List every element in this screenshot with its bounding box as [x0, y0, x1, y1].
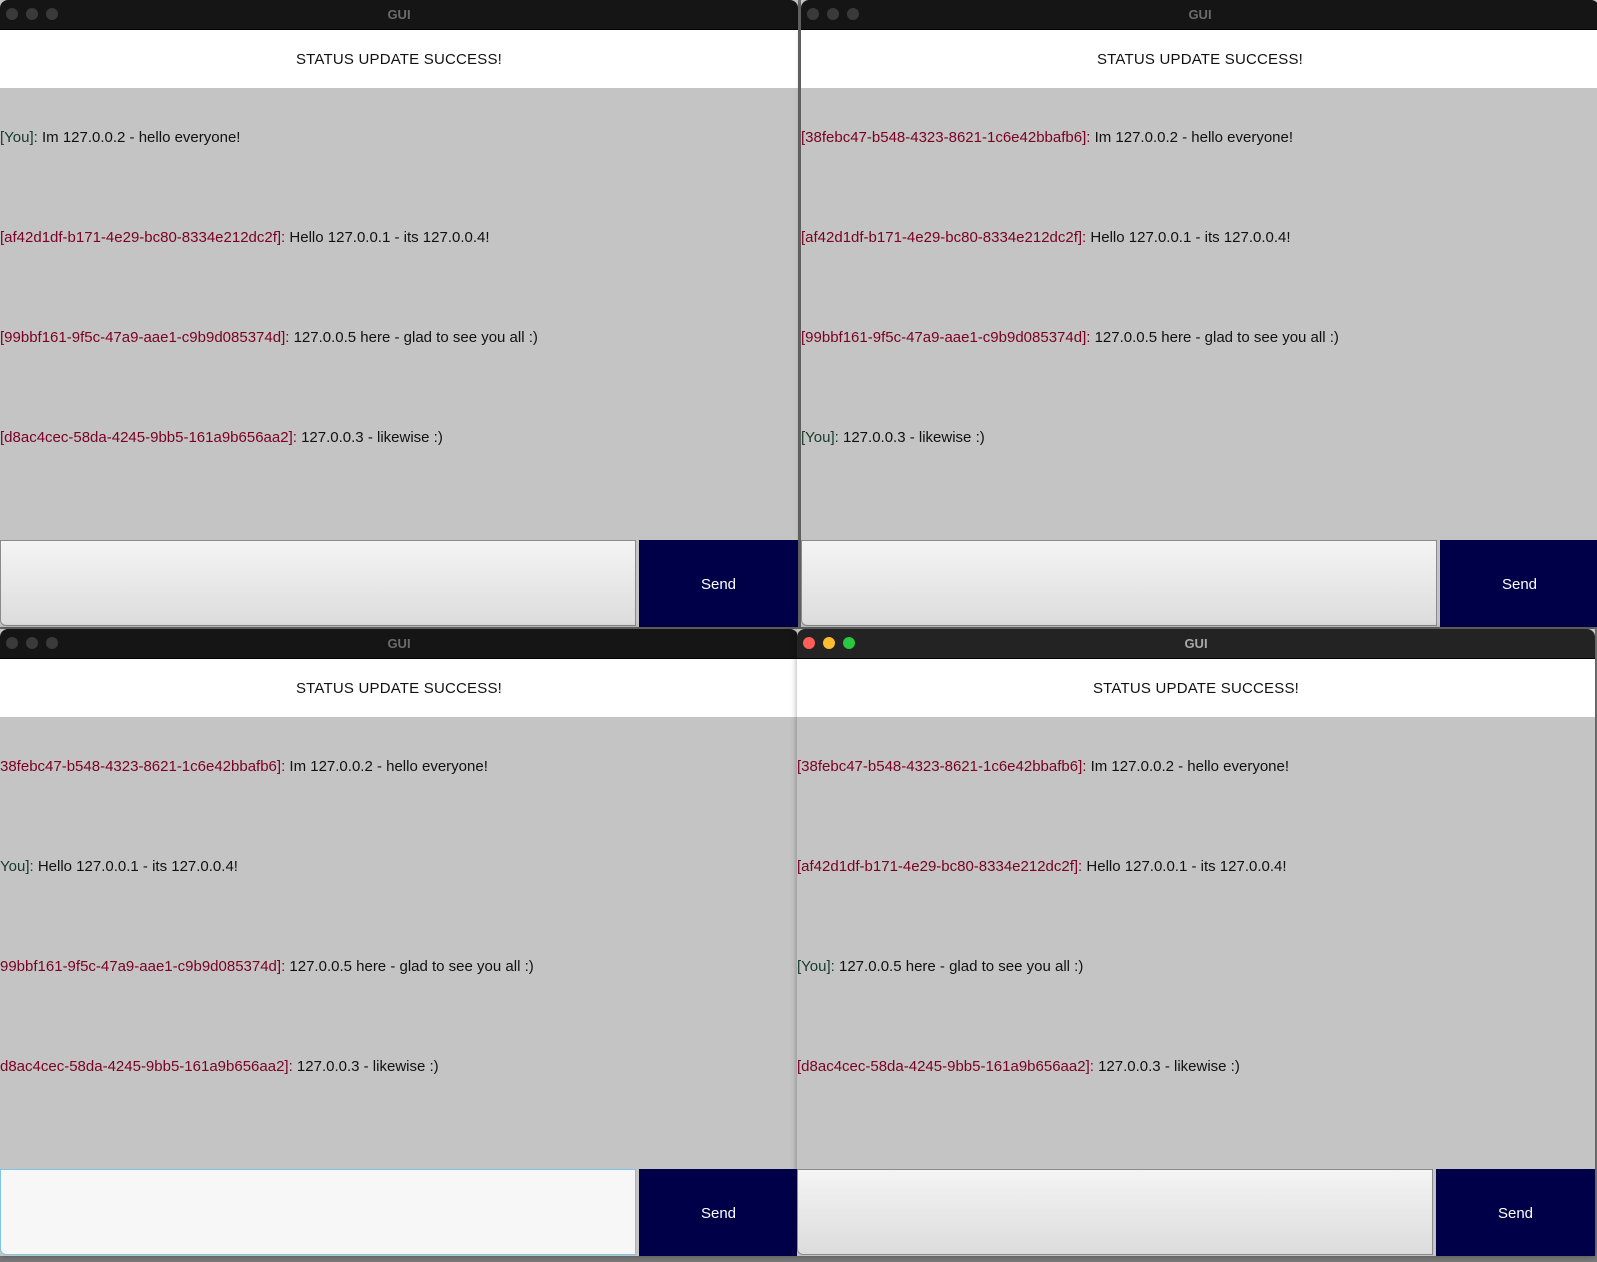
message-sender: [38febc47-b548-4323-8621-1c6e42bbafb6]: — [797, 758, 1087, 775]
message-sender: d8ac4cec-58da-4245-9bb5-161a9b656aa2]: — [0, 1058, 293, 1075]
message-sender: [99bbf161-9f5c-47a9-aae1-c9b9d085374d]: — [801, 329, 1091, 346]
message-sender: You]: — [0, 858, 34, 875]
message-text: Im 127.0.0.2 - hello everyone! — [42, 129, 241, 146]
window-titlebar[interactable]: GUI — [0, 629, 798, 659]
send-button[interactable]: Send — [639, 540, 798, 627]
message-item: 99bbf161-9f5c-47a9-aae1-c9b9d085374d]: 1… — [0, 958, 534, 975]
message-item: [af42d1df-b171-4e29-bc80-8334e212dc2f]: … — [797, 858, 1287, 875]
message-sender: [d8ac4cec-58da-4245-9bb5-161a9b656aa2]: — [797, 1058, 1094, 1075]
message-text: 127.0.0.5 here - glad to see you all :) — [289, 958, 534, 975]
message-sender: 38febc47-b548-4323-8621-1c6e42bbafb6]: — [0, 758, 286, 775]
message-sender: [You]: — [0, 129, 38, 146]
message-item: [99bbf161-9f5c-47a9-aae1-c9b9d085374d]: … — [0, 329, 538, 346]
message-list: [You]: Im 127.0.0.2 - hello everyone! [a… — [0, 88, 798, 540]
message-composer: Send — [0, 1169, 798, 1256]
message-text: Hello 127.0.0.1 - its 127.0.0.4! — [37, 858, 238, 875]
message-text: 127.0.0.3 - likewise :) — [1098, 1058, 1240, 1075]
window-titlebar[interactable]: GUI — [797, 629, 1595, 659]
status-banner: STATUS UPDATE SUCCESS! — [801, 30, 1597, 88]
window-titlebar[interactable]: GUI — [801, 0, 1597, 30]
message-sender: [af42d1df-b171-4e29-bc80-8334e212dc2f]: — [797, 858, 1083, 875]
message-text: 127.0.0.5 here - glad to see you all :) — [1094, 329, 1339, 346]
message-text: 127.0.0.3 - likewise :) — [843, 429, 985, 446]
message-input[interactable] — [797, 1169, 1433, 1255]
message-text: 127.0.0.5 here - glad to see you all :) — [293, 329, 538, 346]
message-composer: Send — [801, 540, 1597, 627]
message-sender: [af42d1df-b171-4e29-bc80-8334e212dc2f]: — [0, 229, 286, 246]
message-text: 127.0.0.3 - likewise :) — [296, 1058, 439, 1075]
message-item: d8ac4cec-58da-4245-9bb5-161a9b656aa2]: 1… — [0, 1058, 439, 1075]
chat-window: GUI STATUS UPDATE SUCCESS! 38febc47-b548… — [0, 629, 798, 1256]
message-sender: [You]: — [801, 429, 839, 446]
window-titlebar[interactable]: GUI — [0, 0, 798, 30]
send-button[interactable]: Send — [639, 1169, 798, 1256]
message-text: Hello 127.0.0.1 - its 127.0.0.4! — [1086, 858, 1287, 875]
message-list: 38febc47-b548-4323-8621-1c6e42bbafb6]: I… — [0, 717, 798, 1169]
message-composer: Send — [797, 1169, 1595, 1256]
message-sender: [d8ac4cec-58da-4245-9bb5-161a9b656aa2]: — [0, 429, 297, 446]
message-sender: 99bbf161-9f5c-47a9-aae1-c9b9d085374d]: — [0, 958, 286, 975]
send-button[interactable]: Send — [1440, 540, 1597, 627]
status-banner: STATUS UPDATE SUCCESS! — [0, 659, 798, 717]
message-item: [af42d1df-b171-4e29-bc80-8334e212dc2f]: … — [0, 229, 490, 246]
status-banner: STATUS UPDATE SUCCESS! — [0, 30, 798, 88]
send-button[interactable]: Send — [1436, 1169, 1595, 1256]
window-title: GUI — [1184, 636, 1208, 651]
message-sender: [You]: — [797, 958, 835, 975]
message-sender: [38febc47-b548-4323-8621-1c6e42bbafb6]: — [801, 129, 1091, 146]
message-item: [You]: 127.0.0.3 - likewise :) — [801, 429, 985, 446]
message-text: 127.0.0.5 here - glad to see you all :) — [839, 958, 1084, 975]
message-item: [You]: Im 127.0.0.2 - hello everyone! — [0, 129, 240, 146]
chat-window: GUI STATUS UPDATE SUCCESS! [You]: Im 127… — [0, 0, 798, 627]
message-item: [You]: 127.0.0.5 here - glad to see you … — [797, 958, 1083, 975]
message-composer: Send — [0, 540, 798, 627]
message-item: [38febc47-b548-4323-8621-1c6e42bbafb6]: … — [801, 129, 1293, 146]
window-title: GUI — [387, 7, 411, 22]
message-input[interactable] — [0, 1169, 636, 1255]
message-text: Hello 127.0.0.1 - its 127.0.0.4! — [289, 229, 490, 246]
status-banner: STATUS UPDATE SUCCESS! — [797, 659, 1595, 717]
message-text: 127.0.0.3 - likewise :) — [301, 429, 443, 446]
message-text: Im 127.0.0.2 - hello everyone! — [1094, 129, 1294, 146]
message-item: [99bbf161-9f5c-47a9-aae1-c9b9d085374d]: … — [801, 329, 1339, 346]
chat-window: GUI STATUS UPDATE SUCCESS! [38febc47-b54… — [797, 629, 1595, 1256]
message-list: [38febc47-b548-4323-8621-1c6e42bbafb6]: … — [801, 88, 1597, 540]
window-title: GUI — [1188, 7, 1212, 22]
message-input[interactable] — [801, 540, 1437, 626]
message-text: Im 127.0.0.2 - hello everyone! — [1090, 758, 1290, 775]
message-text: Hello 127.0.0.1 - its 127.0.0.4! — [1090, 229, 1291, 246]
message-item: You]: Hello 127.0.0.1 - its 127.0.0.4! — [0, 858, 238, 875]
message-sender: [af42d1df-b171-4e29-bc80-8334e212dc2f]: — [801, 229, 1087, 246]
message-input[interactable] — [0, 540, 636, 626]
message-text: Im 127.0.0.2 - hello everyone! — [289, 758, 488, 775]
message-item: [d8ac4cec-58da-4245-9bb5-161a9b656aa2]: … — [797, 1058, 1240, 1075]
message-item: [af42d1df-b171-4e29-bc80-8334e212dc2f]: … — [801, 229, 1291, 246]
message-item: [38febc47-b548-4323-8621-1c6e42bbafb6]: … — [797, 758, 1289, 775]
message-sender: [99bbf161-9f5c-47a9-aae1-c9b9d085374d]: — [0, 329, 290, 346]
window-title: GUI — [387, 636, 411, 651]
message-item: 38febc47-b548-4323-8621-1c6e42bbafb6]: I… — [0, 758, 488, 775]
message-item: [d8ac4cec-58da-4245-9bb5-161a9b656aa2]: … — [0, 429, 443, 446]
message-list: [38febc47-b548-4323-8621-1c6e42bbafb6]: … — [797, 717, 1595, 1169]
chat-window: GUI STATUS UPDATE SUCCESS! [38febc47-b54… — [801, 0, 1597, 627]
